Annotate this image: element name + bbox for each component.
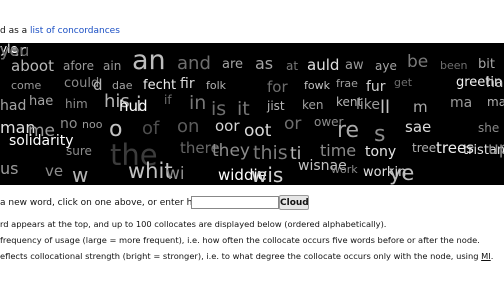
cloud-word-hae[interactable]: hae <box>29 95 53 108</box>
cloud-word-in[interactable]: in <box>189 94 206 113</box>
cloud-word-bit[interactable]: bit <box>478 58 495 71</box>
cloud-word-like[interactable]: like <box>356 98 380 112</box>
note-size-line: frequency of usage (large = more frequen… <box>0 235 480 245</box>
note-brightness-text: eflects collocational strength (bright =… <box>0 251 482 261</box>
cloud-word-you[interactable]: you <box>0 43 29 59</box>
cloud-word-oot[interactable]: oot <box>244 123 271 140</box>
cloud-word-wi[interactable]: wi <box>166 166 185 183</box>
cloud-word-frae[interactable]: frae <box>336 78 358 89</box>
cloud-word-time[interactable]: time <box>320 143 356 159</box>
cloud-word-folk[interactable]: folk <box>206 80 226 91</box>
word-cloud: aboot afore ain an and are as at auld aw aye be been… <box>0 43 504 185</box>
cloud-word-him[interactable]: him <box>65 98 88 110</box>
cloud-word-hud[interactable]: hud <box>119 99 148 114</box>
cloud-word-ma[interactable]: ma <box>450 96 472 110</box>
cloud-word-dae[interactable]: dae <box>112 80 133 91</box>
cloud-word-if[interactable]: if <box>164 94 172 106</box>
intro-text: d as a <box>0 26 31 36</box>
note-brightness-line: eflects collocational strength (bright =… <box>0 251 493 261</box>
cloud-word-be[interactable]: be <box>407 54 428 71</box>
cloud-word-at[interactable]: at <box>286 60 298 72</box>
cloud-word-afore[interactable]: afore <box>63 60 94 72</box>
cloud-word-jist[interactable]: jist <box>267 100 285 112</box>
word-input[interactable] <box>191 196 279 209</box>
cloud-word-us[interactable]: us <box>0 161 18 177</box>
mi-link[interactable]: MI <box>481 251 491 261</box>
cloud-word-fir[interactable]: fir <box>180 77 195 91</box>
cloud-word-fur[interactable]: fur <box>366 80 386 94</box>
cloud-word-are[interactable]: are <box>222 58 243 71</box>
cloud-word-aboot[interactable]: aboot <box>11 59 54 74</box>
cloud-word-ken[interactable]: ken <box>302 99 324 111</box>
cloud-word-oor[interactable]: oor <box>215 119 240 134</box>
cloud-word-fecht[interactable]: fecht <box>143 79 176 92</box>
cloud-word-d[interactable]: d <box>93 78 103 93</box>
cloud-word-re[interactable]: re <box>337 120 359 142</box>
cloud-word-for[interactable]: for <box>267 80 288 95</box>
cloud-word-mair[interactable]: mair <box>487 96 504 108</box>
cloud-word-come[interactable]: come <box>11 80 41 91</box>
cloud-word-aye[interactable]: aye <box>375 60 397 72</box>
cloud-word-she[interactable]: she <box>478 122 499 134</box>
cloud-word-aw[interactable]: aw <box>345 59 364 72</box>
cloud-word-s[interactable]: s <box>374 124 385 146</box>
cloud-button[interactable]: Cloud <box>279 195 309 210</box>
cloud-word-tree[interactable]: tree <box>412 142 436 154</box>
cloud-word-no[interactable]: no <box>60 117 77 131</box>
cloud-word-m[interactable]: m <box>413 100 428 115</box>
cloud-word-wis[interactable]: wis <box>251 165 283 185</box>
cloud-word-hand[interactable]: hand <box>486 76 504 90</box>
cloud-word-auld[interactable]: auld <box>307 58 339 73</box>
cloud-word-work[interactable]: work <box>331 164 358 175</box>
form-label: a new word, click on one above, or enter… <box>0 198 210 208</box>
cloud-word-w[interactable]: w <box>72 165 88 185</box>
cloud-word-as[interactable]: as <box>255 56 273 72</box>
cloud-word-sae[interactable]: sae <box>405 120 431 135</box>
cloud-word-and[interactable]: and <box>177 55 211 73</box>
cloud-word-i[interactable]: i <box>136 94 142 114</box>
cloud-word-noo[interactable]: noo <box>82 119 102 130</box>
cloud-word-tony[interactable]: tony <box>365 145 396 159</box>
note-end: . <box>490 251 494 261</box>
cloud-word-they[interactable]: they <box>212 143 250 160</box>
note-node-line: rd appears at the top, and up to 100 col… <box>0 219 387 229</box>
cloud-word-ll[interactable]: ll <box>380 99 390 117</box>
cloud-word-an[interactable]: an <box>132 47 166 74</box>
intro-line: d as a list of concordances <box>0 26 120 36</box>
cloud-word-ve[interactable]: ve <box>45 164 63 179</box>
cloud-word-ain[interactable]: ain <box>103 60 121 72</box>
cloud-word-fowk[interactable]: fowk <box>304 80 330 91</box>
cloud-word-of[interactable]: of <box>142 120 159 138</box>
cloud-word-ye[interactable]: ye <box>389 163 414 184</box>
cloud-word-get[interactable]: get <box>394 77 412 88</box>
cloud-word-this[interactable]: this <box>253 144 288 163</box>
cloud-word-or[interactable]: or <box>284 116 301 133</box>
concordances-link[interactable]: list of concordances <box>30 26 120 36</box>
cloud-word-on[interactable]: on <box>177 118 199 136</box>
cloud-word-sure[interactable]: sure <box>66 145 92 157</box>
cloud-word-up[interactable]: up <box>488 141 504 158</box>
cloud-word-had[interactable]: had <box>0 99 26 113</box>
cloud-word-solidarity[interactable]: solidarity <box>9 134 74 148</box>
cloud-word-been[interactable]: been <box>440 60 468 71</box>
